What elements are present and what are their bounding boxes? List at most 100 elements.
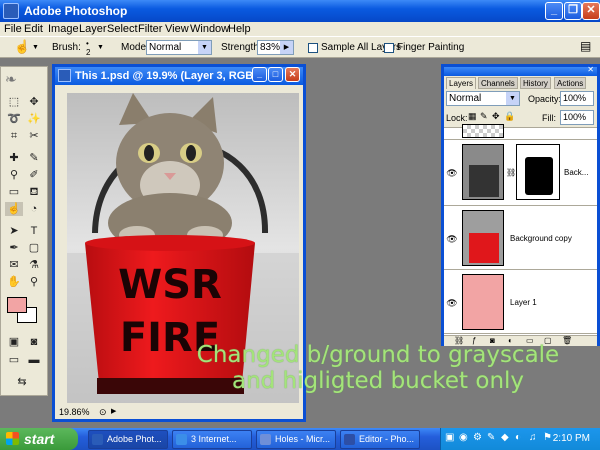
smudge-tool-icon[interactable]: ☝ bbox=[14, 39, 30, 55]
menu-file[interactable]: File bbox=[4, 22, 22, 36]
windows-flag-icon bbox=[6, 432, 19, 445]
brush-size: 2 bbox=[86, 48, 91, 57]
menu-filter[interactable]: Filter bbox=[138, 22, 162, 36]
menu-edit[interactable]: Edit bbox=[24, 22, 43, 36]
taskbar-item-photoshop[interactable]: Adobe Phot... bbox=[88, 430, 168, 449]
tab-actions[interactable]: Actions bbox=[554, 77, 587, 89]
crop-tool-icon[interactable]: ⌗ bbox=[5, 129, 23, 143]
palette-close-icon[interactable]: ✕ bbox=[587, 65, 594, 74]
pen-tool-icon[interactable]: ✒ bbox=[5, 241, 23, 255]
notes-tool-icon[interactable]: ✉ bbox=[5, 258, 23, 272]
layers-list: 👁 ⛓ Back... 👁 Background copy 👁 Layer 1 bbox=[444, 124, 597, 337]
tray-icon-2[interactable]: ◉ bbox=[459, 432, 468, 443]
layers-tabs: Layers Channels History Actions bbox=[444, 77, 597, 89]
tab-history[interactable]: History bbox=[520, 77, 551, 89]
dodge-tool-icon[interactable]: ◔ bbox=[25, 202, 43, 216]
quick-mask-off-icon[interactable]: ▣ bbox=[5, 335, 23, 349]
brush-picker-arrow-icon[interactable]: ▼ bbox=[97, 44, 104, 51]
finger-painting-checkbox[interactable] bbox=[384, 43, 394, 53]
taskbar-item-internet[interactable]: 3 Internet... bbox=[172, 430, 252, 449]
screen-mode-full-icon[interactable]: ▬ bbox=[25, 353, 43, 367]
tray-icon-7[interactable]: ♫ bbox=[529, 432, 537, 443]
layer-thumbnail-color bbox=[462, 210, 504, 266]
annotation-line2: and higligted bucket only bbox=[231, 368, 525, 394]
minimize-button[interactable]: _ bbox=[545, 2, 563, 20]
taskbar-item-label: Editor - Pho... bbox=[359, 434, 415, 444]
slice-tool-icon[interactable]: ✂ bbox=[25, 129, 43, 143]
lasso-tool-icon[interactable]: ➰ bbox=[5, 112, 23, 126]
tool-preset-arrow-icon[interactable]: ▼ bbox=[32, 44, 39, 51]
lock-transparent-icon[interactable]: ▦ bbox=[468, 111, 477, 122]
menu-layer[interactable]: Layer bbox=[79, 22, 107, 36]
start-button[interactable]: start bbox=[0, 428, 78, 450]
restore-button[interactable]: ❐ bbox=[564, 2, 582, 20]
layer-row-layer-1[interactable]: 👁 Layer 1 bbox=[444, 270, 597, 334]
lock-image-icon[interactable]: ✎ bbox=[480, 111, 488, 122]
taskbar-item-holes[interactable]: Holes - Micr... bbox=[256, 430, 336, 449]
layer-row-back[interactable]: 👁 ⛓ Back... bbox=[444, 140, 597, 206]
lock-position-icon[interactable]: ✥ bbox=[492, 111, 500, 122]
quick-mask-on-icon[interactable]: ◙ bbox=[25, 335, 43, 349]
hand-tool-icon[interactable]: ✋ bbox=[5, 275, 23, 289]
screen-mode-standard-icon[interactable]: ▭ bbox=[5, 353, 23, 367]
menu-image[interactable]: Image bbox=[48, 22, 79, 36]
status-arrow-icon[interactable]: ▶ bbox=[111, 405, 116, 419]
healing-brush-tool-icon[interactable]: ✚ bbox=[5, 151, 23, 165]
layer-row-top[interactable] bbox=[444, 124, 597, 140]
zoom-tool-icon[interactable]: ⚲ bbox=[25, 275, 43, 289]
history-brush-tool-icon[interactable]: ✐ bbox=[25, 168, 43, 182]
tab-channels[interactable]: Channels bbox=[478, 77, 518, 89]
eye-icon[interactable]: 👁 bbox=[446, 168, 458, 178]
shape-tool-icon[interactable]: ▢ bbox=[25, 241, 43, 255]
sample-all-layers-checkbox[interactable] bbox=[308, 43, 318, 53]
smudge-tool-active-icon[interactable]: ☝ bbox=[5, 202, 23, 216]
type-tool-icon[interactable]: T bbox=[25, 224, 43, 238]
opacity-input[interactable]: 100% bbox=[560, 91, 594, 106]
mode-select[interactable]: Normal ▼ bbox=[146, 40, 212, 55]
status-info-icon[interactable]: ⊙ bbox=[99, 405, 107, 419]
brush-tool-icon[interactable]: ✎ bbox=[25, 151, 43, 165]
menu-select[interactable]: Select bbox=[107, 22, 138, 36]
layer-name: Layer 1 bbox=[510, 298, 537, 307]
tray-icon-6[interactable]: ◐ bbox=[515, 432, 521, 443]
chevron-down-icon: ▼ bbox=[506, 92, 519, 105]
taskbar-item-editor[interactable]: Editor - Pho... bbox=[340, 430, 420, 449]
path-selection-tool-icon[interactable]: ➤ bbox=[5, 224, 23, 238]
close-button[interactable]: ✕ bbox=[582, 2, 600, 20]
eye-icon[interactable]: 👁 bbox=[446, 234, 458, 244]
lock-all-icon[interactable]: 🔒 bbox=[504, 111, 515, 122]
document-minimize-button[interactable]: _ bbox=[252, 67, 267, 82]
layer-row-background-copy[interactable]: 👁 Background copy bbox=[444, 206, 597, 270]
fill-input[interactable]: 100% bbox=[560, 110, 594, 125]
tray-icon-1[interactable]: ▣ bbox=[445, 432, 454, 443]
foreground-color-swatch[interactable] bbox=[7, 297, 27, 313]
lock-label: Lock: bbox=[446, 113, 468, 123]
tray-icon-5[interactable]: ◆ bbox=[501, 432, 509, 443]
paint-bucket-tool-icon[interactable]: ⛾ bbox=[25, 185, 43, 199]
eyedropper-tool-icon[interactable]: ⚗ bbox=[25, 258, 43, 272]
menu-help[interactable]: Help bbox=[228, 22, 251, 36]
clone-stamp-tool-icon[interactable]: ⚲ bbox=[5, 168, 23, 182]
marquee-tool-icon[interactable]: ⬚ bbox=[5, 95, 23, 109]
tray-icon-4[interactable]: ✎ bbox=[487, 432, 495, 443]
jump-to-imageready-icon[interactable]: ⇆ bbox=[13, 375, 31, 389]
blend-mode-select[interactable]: Normal ▼ bbox=[446, 91, 520, 106]
strength-input[interactable]: 83% ▶ bbox=[257, 40, 294, 55]
tray-icon-3[interactable]: ⚙ bbox=[473, 432, 482, 443]
eraser-tool-icon[interactable]: ▭ bbox=[5, 185, 23, 199]
palette-well-icon[interactable]: ▤ bbox=[580, 39, 591, 53]
brush-label: Brush: bbox=[52, 42, 81, 53]
document-close-button[interactable]: ✕ bbox=[285, 67, 300, 82]
eye-icon[interactable]: 👁 bbox=[446, 298, 458, 308]
tray-icon-8[interactable]: ⚑ bbox=[543, 432, 552, 443]
menu-window[interactable]: Window bbox=[190, 22, 229, 36]
document-title-bar: This 1.psd @ 19.9% (Layer 3, RGB/8) _ □ … bbox=[55, 67, 303, 85]
layer-mask-thumbnail bbox=[516, 144, 560, 200]
document-maximize-button[interactable]: □ bbox=[268, 67, 283, 82]
tab-layers[interactable]: Layers bbox=[446, 77, 477, 89]
layers-palette-title-bar: ✕ bbox=[444, 65, 597, 76]
magic-wand-tool-icon[interactable]: ✨ bbox=[25, 112, 43, 126]
system-tray: ▣ ◉ ⚙ ✎ ◆ ◐ ♫ ⚑ 2:10 PM bbox=[440, 428, 600, 450]
menu-view[interactable]: View bbox=[165, 22, 189, 36]
move-tool-icon[interactable]: ✥ bbox=[25, 95, 43, 109]
